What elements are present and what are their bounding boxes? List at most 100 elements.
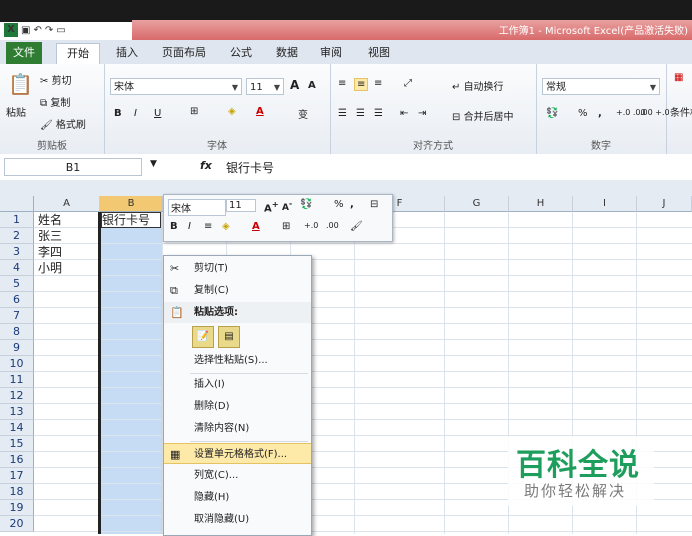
align-center-icon[interactable]: ☰: [356, 108, 365, 119]
percent-button[interactable]: %: [578, 108, 588, 119]
row-header[interactable]: 10: [0, 356, 34, 372]
mini-decrease-decimal-icon[interactable]: .00: [326, 221, 339, 230]
row-header[interactable]: 3: [0, 244, 34, 260]
row-header[interactable]: 5: [0, 276, 34, 292]
mini-italic-button[interactable]: I: [188, 221, 191, 232]
row-header[interactable]: 19: [0, 500, 34, 516]
align-top-icon[interactable]: ≡: [338, 78, 346, 89]
mini-border-icon[interactable]: ⊞: [282, 221, 290, 232]
redo-icon[interactable]: ↷: [45, 25, 53, 36]
tab-review[interactable]: 审阅: [310, 43, 352, 63]
row-header[interactable]: 16: [0, 452, 34, 468]
paste-button[interactable]: 粘贴: [6, 104, 26, 119]
cell-a4[interactable]: 小明: [38, 261, 62, 276]
paste-option-icon[interactable]: 📝: [192, 326, 214, 348]
row-header[interactable]: 9: [0, 340, 34, 356]
menu-item-cut[interactable]: ✂ 剪切(T): [164, 258, 311, 279]
menu-item-insert[interactable]: 插入(I): [164, 374, 311, 395]
mini-merge-icon[interactable]: ⊟: [370, 199, 378, 210]
font-color-button[interactable]: A: [256, 106, 264, 117]
align-right-icon[interactable]: ☰: [374, 108, 383, 119]
row-header[interactable]: 11: [0, 372, 34, 388]
conditional-format-icon[interactable]: ▦: [674, 72, 683, 83]
row-header[interactable]: 1: [0, 212, 34, 228]
insert-function-button[interactable]: fx: [200, 159, 212, 172]
chevron-down-icon[interactable]: ▼: [150, 159, 157, 169]
tab-formulas[interactable]: 公式: [220, 43, 262, 63]
row-header[interactable]: 13: [0, 404, 34, 420]
row-header[interactable]: 20: [0, 516, 34, 532]
column-header-i[interactable]: I: [573, 196, 637, 212]
mini-increase-decimal-icon[interactable]: +.0: [304, 221, 318, 230]
bold-button[interactable]: B: [114, 108, 122, 119]
number-format-combo[interactable]: 常规 ▼: [542, 78, 660, 95]
align-bottom-icon[interactable]: ≡: [374, 78, 382, 89]
underline-button[interactable]: U: [154, 108, 161, 119]
cell-a3[interactable]: 李四: [38, 245, 62, 260]
decrease-indent-icon[interactable]: ⇤: [400, 108, 408, 119]
mini-comma-button[interactable]: ,: [350, 199, 354, 210]
row-header[interactable]: 17: [0, 468, 34, 484]
column-header-g[interactable]: G: [445, 196, 509, 212]
menu-item-paste-special[interactable]: 选择性粘贴(S)...: [164, 350, 311, 371]
menu-item-copy[interactable]: ⧉ 复制(C): [164, 280, 311, 301]
mini-shrink-font-icon[interactable]: A-: [282, 199, 292, 213]
tab-view[interactable]: 视图: [358, 43, 400, 63]
menu-item-unhide[interactable]: 取消隐藏(U): [164, 509, 311, 530]
mini-size-combo[interactable]: 11: [226, 199, 256, 212]
excel-app-icon[interactable]: X: [4, 23, 18, 37]
tab-insert[interactable]: 插入: [106, 43, 148, 63]
currency-icon[interactable]: 💱: [546, 108, 558, 119]
row-header[interactable]: 4: [0, 260, 34, 276]
column-header-b[interactable]: B: [100, 196, 163, 212]
mini-grow-font-icon[interactable]: A+: [264, 199, 279, 214]
format-painter-button[interactable]: 🖌 格式刷: [40, 116, 86, 131]
cell-b1[interactable]: 银行卡号: [101, 212, 161, 228]
orientation-icon[interactable]: ⤢: [404, 78, 412, 89]
row-header[interactable]: 12: [0, 388, 34, 404]
open-folder-icon[interactable]: ▭: [56, 25, 65, 36]
wrap-text-button[interactable]: ↵ 自动换行: [452, 78, 504, 93]
tab-home[interactable]: 开始: [56, 43, 100, 64]
shrink-font-button[interactable]: A: [308, 80, 316, 91]
grow-font-button[interactable]: A: [290, 78, 299, 92]
mini-font-combo[interactable]: 宋体: [168, 199, 226, 216]
row-header[interactable]: 2: [0, 228, 34, 244]
mini-format-painter-icon[interactable]: 🖌: [350, 221, 363, 232]
save-icon[interactable]: ▣: [21, 25, 30, 36]
row-header[interactable]: 7: [0, 308, 34, 324]
copy-button[interactable]: ⧉ 复制: [40, 94, 70, 109]
merge-center-button[interactable]: ⊟ 合并后居中: [452, 108, 514, 123]
font-size-combo[interactable]: 11 ▼: [246, 78, 284, 95]
font-name-combo[interactable]: 宋体 ▼: [110, 78, 242, 95]
column-header-a[interactable]: A: [34, 196, 100, 212]
row-header[interactable]: 14: [0, 420, 34, 436]
menu-item-hide[interactable]: 隐藏(H): [164, 487, 311, 508]
mini-align-center-icon[interactable]: ≡: [204, 221, 212, 232]
comma-button[interactable]: ,: [598, 108, 602, 119]
align-left-icon[interactable]: ☰: [338, 108, 347, 119]
column-header-j[interactable]: J: [637, 196, 692, 212]
cut-button[interactable]: ✂ 剪切: [40, 72, 72, 87]
menu-item-clear-contents[interactable]: 清除内容(N): [164, 418, 311, 439]
conditional-format-button[interactable]: 条件格: [670, 104, 692, 119]
formula-content[interactable]: 银行卡号: [226, 159, 274, 176]
tab-page-layout[interactable]: 页面布局: [152, 43, 216, 63]
paste-icon[interactable]: 📋: [8, 72, 33, 96]
row-header[interactable]: 8: [0, 324, 34, 340]
fill-color-icon[interactable]: ◈: [228, 106, 236, 117]
align-middle-icon[interactable]: ≡: [354, 78, 369, 91]
undo-icon[interactable]: ↶: [33, 25, 41, 36]
menu-item-delete[interactable]: 删除(D): [164, 396, 311, 417]
row-header[interactable]: 18: [0, 484, 34, 500]
italic-button[interactable]: I: [134, 108, 137, 119]
phonetic-button[interactable]: 变: [298, 106, 308, 121]
mini-percent-button[interactable]: %: [334, 199, 344, 210]
mini-currency-icon[interactable]: 💱: [300, 199, 312, 210]
border-icon[interactable]: ⊞: [190, 106, 198, 117]
cell-a1[interactable]: 姓名: [38, 213, 62, 228]
tab-file[interactable]: 文件: [6, 42, 42, 64]
select-all-corner[interactable]: [0, 196, 34, 212]
mini-font-color-icon[interactable]: A: [252, 221, 260, 232]
paste-values-icon[interactable]: ▤: [218, 326, 240, 348]
